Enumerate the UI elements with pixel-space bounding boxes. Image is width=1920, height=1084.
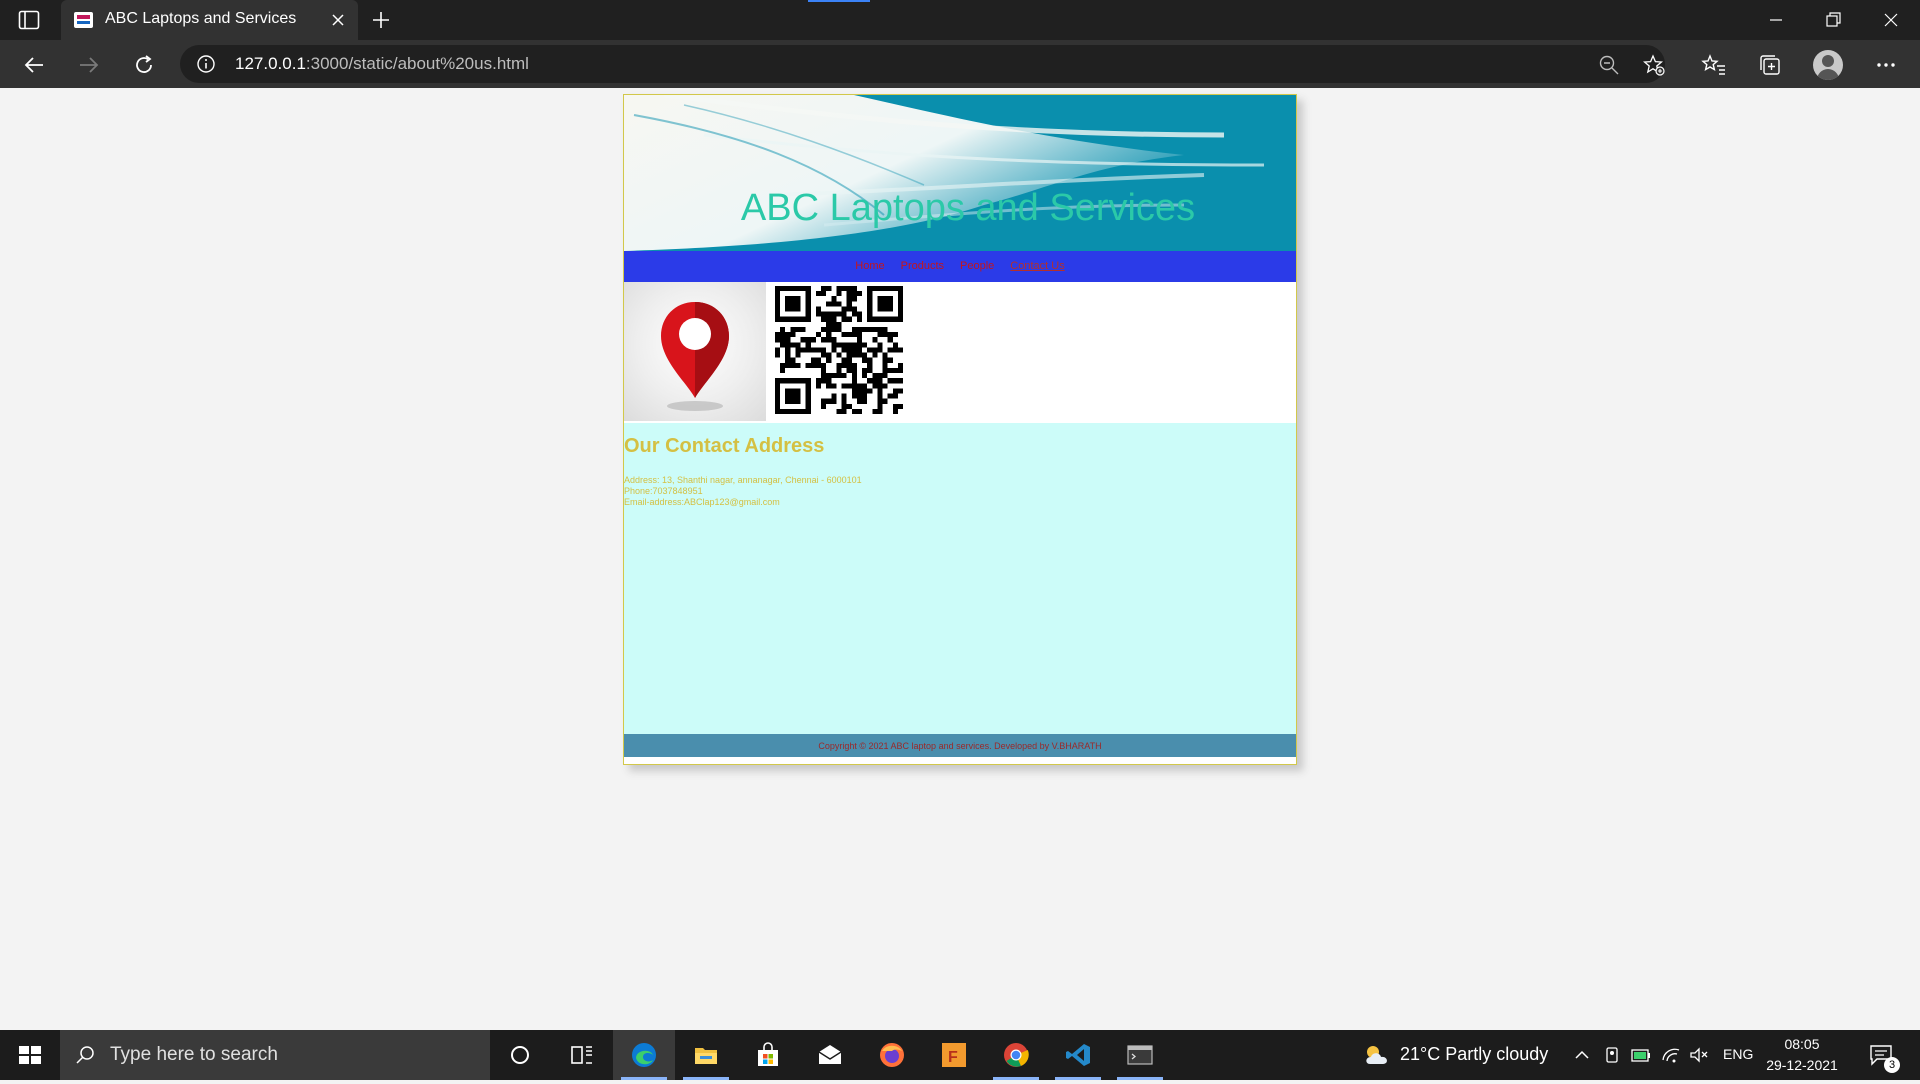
footer-copyright: Copyright © 2021 ABC laptop and services…	[818, 741, 1102, 751]
forward-arrow-icon[interactable]	[76, 52, 102, 78]
notification-count-badge: 3	[1884, 1057, 1900, 1073]
favicon-icon	[74, 12, 93, 28]
site-container: ABC Laptops and Services Home Products P…	[623, 94, 1297, 765]
nav-home[interactable]: Home	[855, 251, 884, 282]
refresh-icon[interactable]	[131, 52, 157, 78]
meet-now-icon[interactable]	[1602, 1044, 1624, 1066]
close-tab-icon[interactable]	[328, 10, 348, 30]
header-banner: ABC Laptops and Services	[624, 95, 1296, 251]
tab-title: ABC Laptops and Services	[105, 10, 297, 27]
site-footer: Copyright © 2021 ABC laptop and services…	[624, 734, 1296, 757]
terminal-icon[interactable]	[1109, 1030, 1171, 1080]
partly-cloudy-icon	[1366, 1046, 1387, 1064]
contact-phone: Phone:7037848951	[624, 486, 703, 496]
contact-heading: Our Contact Address	[624, 435, 825, 457]
images-row	[624, 282, 1296, 423]
favorites-icon[interactable]	[1701, 52, 1727, 78]
close-window-icon[interactable]	[1879, 8, 1903, 32]
tab-actions-icon[interactable]	[18, 10, 42, 30]
url-text[interactable]: 127.0.0.1:3000/static/about%20us.html	[235, 54, 529, 74]
contact-section: Our Contact Address Address: 13, Shanthi…	[624, 423, 1296, 734]
start-button[interactable]	[0, 1030, 60, 1080]
contact-address: Address: 13, Shanthi nagar, annanagar, C…	[624, 475, 862, 485]
chevron-up-icon[interactable]	[1571, 1044, 1593, 1066]
chrome-icon[interactable]	[985, 1030, 1047, 1080]
minimize-icon[interactable]	[1764, 8, 1788, 32]
more-options-icon[interactable]	[1873, 52, 1899, 78]
profile-avatar[interactable]	[1813, 50, 1843, 80]
contact-email: Email-address:ABClap123@gmail.com	[624, 497, 780, 507]
task-view-icon[interactable]	[551, 1030, 613, 1080]
fusion-app-icon[interactable]: F	[923, 1030, 985, 1080]
windows-logo-icon	[19, 1046, 41, 1064]
clock[interactable]: 08:05 29-12-2021	[1760, 1034, 1844, 1076]
cortana-icon[interactable]	[489, 1030, 551, 1080]
browser-toolbar: 127.0.0.1:3000/static/about%20us.html	[0, 40, 1920, 88]
file-explorer-icon[interactable]	[675, 1030, 737, 1080]
back-arrow-icon[interactable]	[21, 52, 47, 78]
clock-date: 29-12-2021	[1766, 1057, 1838, 1073]
location-pin-icon	[661, 302, 729, 411]
page-viewport: ABC Laptops and Services Home Products P…	[0, 88, 1920, 1030]
store-icon[interactable]	[737, 1030, 799, 1080]
wifi-icon[interactable]	[1660, 1044, 1682, 1066]
volume-muted-icon[interactable]	[1688, 1044, 1710, 1066]
vscode-icon[interactable]	[1047, 1030, 1109, 1080]
browser-tab-strip: ABC Laptops and Services	[0, 0, 1920, 40]
mail-icon[interactable]	[799, 1030, 861, 1080]
weather-widget[interactable]: 21°C Partly cloudy	[1362, 1042, 1548, 1068]
restore-icon[interactable]	[1821, 8, 1845, 32]
nav-contact-us[interactable]: Contact Us	[1010, 251, 1064, 282]
nav-people[interactable]: People	[960, 251, 994, 282]
location-pin-image	[624, 282, 766, 421]
add-favorite-icon[interactable]	[1642, 54, 1665, 76]
svg-text:F: F	[948, 1049, 958, 1066]
language-indicator[interactable]: ENG	[1723, 1046, 1753, 1062]
battery-icon[interactable]	[1630, 1044, 1652, 1066]
edge-icon[interactable]	[613, 1030, 675, 1080]
url-path: :3000/static/about%20us.html	[305, 54, 529, 73]
tab-abc-laptops[interactable]: ABC Laptops and Services	[61, 0, 358, 40]
nav-products[interactable]: Products	[901, 251, 944, 282]
new-tab-button[interactable]	[369, 8, 393, 32]
firefox-icon[interactable]	[861, 1030, 923, 1080]
search-placeholder: Type here to search	[110, 1044, 278, 1065]
url-host: 127.0.0.1	[235, 54, 306, 73]
address-bar[interactable]: 127.0.0.1:3000/static/about%20us.html	[180, 45, 1665, 83]
zoom-out-icon[interactable]	[1598, 54, 1620, 76]
qr-code	[775, 286, 903, 414]
main-nav: Home Products People Contact Us	[624, 251, 1296, 282]
qr-code-image	[775, 286, 903, 414]
windows-taskbar: Type here to search F 21°C Partly cloudy…	[0, 1030, 1920, 1080]
site-info-icon[interactable]	[196, 54, 216, 74]
search-icon	[74, 1044, 96, 1066]
site-title: ABC Laptops and Services	[740, 187, 1196, 229]
weather-text: 21°C Partly cloudy	[1400, 1044, 1549, 1064]
taskbar-search[interactable]: Type here to search	[60, 1030, 490, 1080]
clock-time: 08:05	[1784, 1036, 1820, 1052]
collections-icon[interactable]	[1757, 52, 1783, 78]
drag-indicator	[808, 0, 870, 2]
